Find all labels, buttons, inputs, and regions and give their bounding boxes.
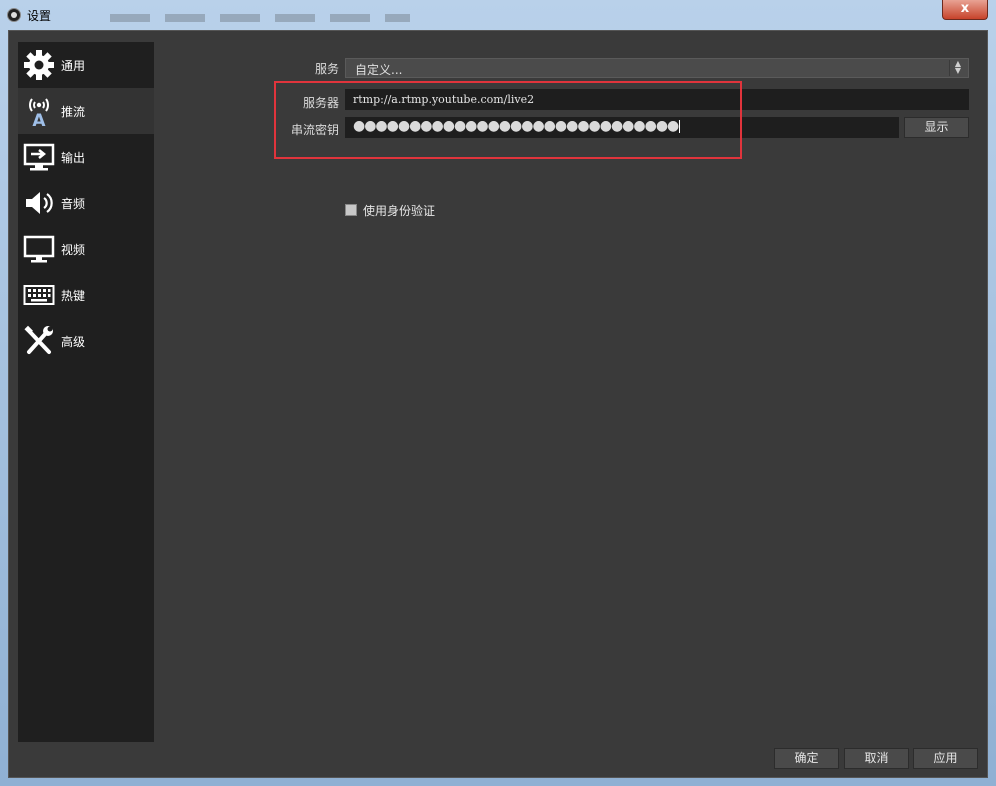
close-button[interactable]: x [942,0,988,20]
ok-button[interactable]: 确定 [774,748,839,769]
use-auth-label: 使用身份验证 [363,204,436,218]
apply-button[interactable]: 应用 [913,748,978,769]
sidebar-item-label: 输出 [61,151,86,165]
service-label: 服务 [314,62,339,76]
show-key-button[interactable]: 显示 [904,117,969,138]
background-window-text [110,14,410,22]
settings-sidebar: 通用 A 推流 输出 音频 视频 热键 高级 [18,42,154,742]
sidebar-item-audio[interactable]: 音频 [18,180,154,226]
tools-icon [24,325,53,354]
monitor-icon [23,235,55,263]
sidebar-item-hotkeys[interactable]: 热键 [18,272,154,318]
obs-app-icon [7,8,21,22]
speaker-icon [26,192,53,214]
sidebar-item-label: 热键 [61,289,86,303]
broadcast-antenna-icon: A [29,98,49,127]
sidebar-item-output[interactable]: 输出 [18,134,154,180]
service-value: 自定义... [355,63,403,77]
settings-window: 设置 x 通用 A 推流 输出 音频 视频 热键 高级 服务 自定义... ▲ … [0,0,996,786]
use-auth-checkbox[interactable] [345,204,357,216]
service-dropdown[interactable]: 自定义... ▲ ▼ [345,58,969,78]
sidebar-item-video[interactable]: 视频 [18,226,154,272]
sidebar-item-stream[interactable]: A 推流 [18,88,154,134]
annotation-highlight-box [274,81,742,159]
sidebar-item-label: 视频 [61,243,86,257]
sidebar-item-general[interactable]: 通用 [18,42,154,88]
title-bar[interactable]: 设置 x [0,0,996,30]
sidebar-item-label: 推流 [61,105,86,119]
window-title: 设置 [27,9,52,23]
gear-icon [24,50,54,80]
sidebar-item-label: 高级 [61,335,86,349]
settings-content: 通用 A 推流 输出 音频 视频 热键 高级 服务 自定义... ▲ ▼ 服务器… [8,30,988,778]
sidebar-item-label: 音频 [61,197,86,211]
cancel-button[interactable]: 取消 [844,748,909,769]
sidebar-item-advanced[interactable]: 高级 [18,318,154,364]
sidebar-item-label: 通用 [61,59,86,73]
chevron-updown-icon: ▲ ▼ [949,60,966,76]
output-monitor-icon [23,143,55,171]
svg-text:A: A [32,111,46,127]
keyboard-icon [23,285,55,305]
